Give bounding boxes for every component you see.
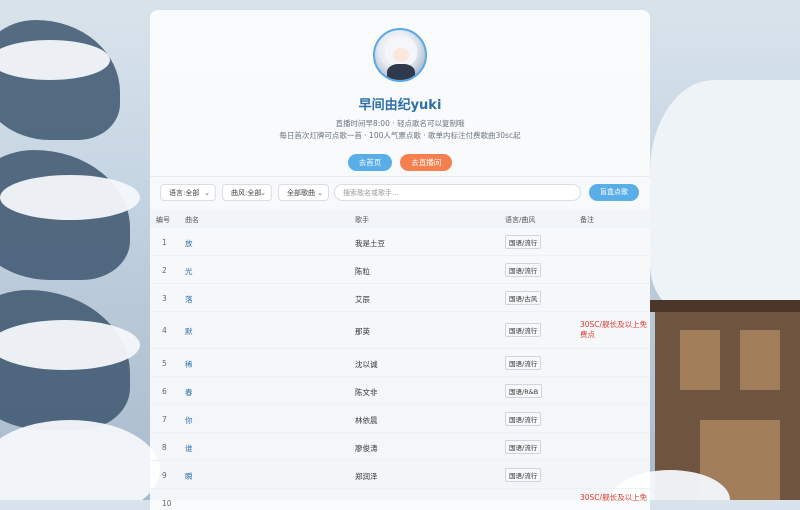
live-room-button[interactable]: 去直播间 (400, 154, 453, 171)
lang-style-tag: 国语/R&B (505, 384, 543, 398)
lang-style-tag: 国语/古风 (505, 291, 542, 305)
header-song: 曲名 (185, 216, 199, 224)
chevron-down-icon: ⌄ (317, 189, 323, 197)
filter-bar: 语言:全部 ⌄ 曲风:全部 ⌄ 全部歌曲 ⌄ 搜索歌名或歌手... 盲盒点歌 (150, 176, 650, 211)
stream-info: 直播时间早8:00 · 轻点歌名可以复制哦 (335, 119, 465, 128)
song-title[interactable]: 春 (185, 387, 193, 398)
chevron-down-icon: ⌄ (260, 189, 266, 197)
lang-style-tag: 国语/流行 (505, 440, 542, 454)
lang-style-tag: 国语/流行 (505, 468, 542, 482)
lang-style-tag: 国语/流行 (505, 356, 542, 370)
note-text: 30SC/舰长及以上免 (580, 493, 648, 502)
chevron-down-icon: ⌄ (204, 189, 210, 197)
song-title[interactable]: 光 (185, 266, 193, 277)
home-button[interactable]: 去首页 (347, 154, 393, 171)
category-filter[interactable]: 全部歌曲 ⌄ (278, 184, 329, 201)
table-row[interactable]: 6 春 陈文非 国语/R&B (150, 377, 650, 405)
song-title[interactable]: 默 (185, 326, 193, 337)
header-note: 备注 (580, 216, 594, 224)
song-list-panel: 早间由纪yuki 直播时间早8:00 · 轻点歌名可以复制哦 每日首次灯牌可点歌… (150, 10, 650, 510)
song-title[interactable]: 放 (185, 238, 193, 249)
table-row[interactable]: 1 放 我是土豆 国语/流行 (150, 228, 650, 256)
header-number: 编号 (156, 216, 170, 224)
streamer-name: 早间由纪yuki (358, 98, 442, 113)
song-table: 1 放 我是土豆 国语/流行 2 光 陈粒 国语/流行 3 落 艾辰 国语/古风… (150, 228, 650, 510)
lang-style-tag: 国语/流行 (505, 235, 542, 249)
lang-style-tag: 国语/流行 (505, 263, 542, 277)
header-singer: 歌手 (355, 216, 369, 224)
song-title[interactable]: 瞬 (185, 471, 193, 482)
table-row[interactable]: 2 光 陈粒 国语/流行 (150, 256, 650, 284)
lang-style-tag: 国语/流行 (505, 323, 542, 337)
lang-style-tag: 国语/流行 (505, 412, 542, 426)
table-header: 编号 曲名 歌手 语言/曲风 备注 (150, 210, 650, 228)
table-row[interactable]: 5 稀 沈以诚 国语/流行 (150, 349, 650, 377)
search-input[interactable]: 搜索歌名或歌手... (334, 184, 581, 201)
song-title[interactable]: 谁 (185, 443, 193, 454)
table-row[interactable]: 8 谁 廖俊涛 国语/流行 (150, 433, 650, 461)
table-row[interactable]: 7 你 林依晨 国语/流行 (150, 405, 650, 433)
table-row[interactable]: 4 默 那英 国语/流行 30SC/舰长及以上免费点 (150, 312, 650, 349)
table-row[interactable]: 3 落 艾辰 国语/古风 (150, 284, 650, 312)
note-text: 30SC/舰长及以上免费点 (580, 320, 648, 339)
song-title[interactable]: 稀 (185, 359, 193, 370)
avatar (373, 28, 427, 82)
header-lang-style: 语言/曲风 (505, 216, 536, 224)
song-title[interactable]: 你 (185, 415, 193, 426)
language-filter[interactable]: 语言:全部 ⌄ (160, 184, 216, 201)
profile-header: 早间由纪yuki 直播时间早8:00 · 轻点歌名可以复制哦 每日首次灯牌可点歌… (150, 10, 650, 176)
table-row[interactable]: 9 瞬 郑润泽 国语/流行 (150, 461, 650, 489)
song-title[interactable]: 落 (185, 294, 193, 305)
request-rules: 每日首次灯牌可点歌一首 · 100人气票点歌 · 歌单内标注付费歌曲30sc起 (279, 131, 521, 140)
random-request-button[interactable]: 盲盒点歌 (589, 184, 639, 201)
style-filter[interactable]: 曲风:全部 ⌄ (222, 184, 272, 201)
